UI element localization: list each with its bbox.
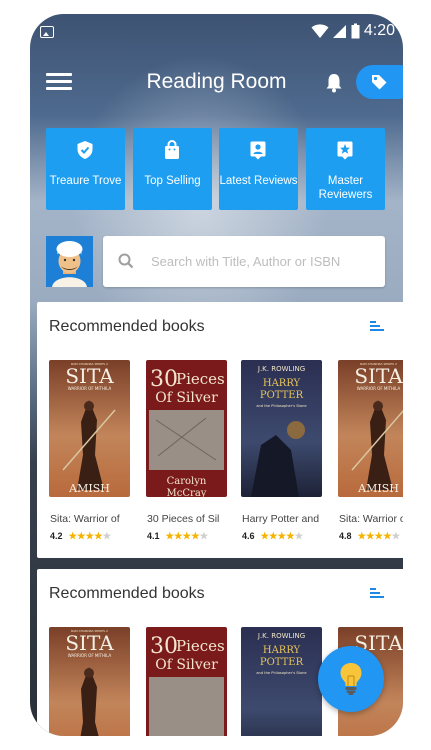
book-cover-harry-potter: J.K. ROWLING HARRY POTTER and the Philos…	[241, 360, 322, 497]
svg-text:Carolyn: Carolyn	[167, 476, 207, 487]
rating-value: 4.8	[339, 531, 352, 541]
book-title: Sita: Warrior of	[50, 513, 120, 525]
tile-top-selling[interactable]: Top Selling	[133, 128, 212, 210]
book-cover-sita: RAM CHANDRA SERIES 2 SITA WARRIOR OF MIT…	[49, 360, 130, 497]
wifi-icon	[311, 24, 329, 38]
book-rating: 4.2 ★★★★★	[50, 531, 111, 542]
svg-text:SITA: SITA	[65, 364, 114, 388]
star-rating: ★★★★★	[68, 531, 112, 542]
search-icon	[118, 253, 134, 269]
status-bar: 4:20	[30, 14, 403, 48]
book-cover-30-pieces: 30 Pieces Of Silver Carolyn McCray	[146, 360, 227, 497]
rating-value: 4.2	[50, 531, 63, 541]
tile-treasure-trove[interactable]: Treaure Trove	[46, 128, 125, 210]
signal-icon	[332, 25, 346, 38]
search-input[interactable]	[151, 236, 381, 287]
tile-master-reviewers[interactable]: Master Reviewers	[306, 128, 385, 210]
sort-icon[interactable]	[370, 588, 384, 600]
svg-text:WARRIOR OF MITHILA: WARRIOR OF MITHILA	[357, 386, 401, 391]
svg-text:Of Silver: Of Silver	[155, 657, 218, 673]
svg-text:J.K. ROWLING: J.K. ROWLING	[257, 365, 305, 373]
book-title: Harry Potter and	[242, 513, 320, 525]
star-rating: ★★★★★	[260, 531, 304, 542]
book-rating: 4.1 ★★★★★	[147, 531, 208, 542]
svg-text:30: 30	[150, 634, 178, 659]
category-tiles: Treaure Trove Top Selling Latest Reviews	[46, 128, 386, 210]
svg-text:Pieces: Pieces	[176, 370, 225, 388]
lightbulb-icon	[340, 663, 362, 695]
status-time: 4:20	[363, 22, 395, 39]
avatar[interactable]	[46, 236, 93, 287]
svg-text:HARRY: HARRY	[263, 378, 301, 389]
svg-text:Pieces: Pieces	[176, 637, 225, 655]
svg-text:WARRIOR OF MITHILA: WARRIOR OF MITHILA	[68, 653, 112, 658]
sort-icon[interactable]	[370, 321, 384, 333]
svg-text:AMISH: AMISH	[357, 482, 399, 495]
svg-text:and the Philosopher's Stone: and the Philosopher's Stone	[256, 671, 307, 675]
shopping-bag-icon	[165, 140, 179, 159]
svg-text:WARRIOR OF MITHILA: WARRIOR OF MITHILA	[68, 386, 112, 391]
page-title: Reading Room	[146, 70, 287, 93]
star-badge-icon	[337, 141, 353, 160]
svg-text:and the Philosopher's Stone: and the Philosopher's Stone	[256, 404, 307, 408]
phone-screen: 4:20 Reading Room Treaure Trove Top Sell…	[30, 14, 403, 736]
bell-icon[interactable]	[324, 72, 344, 94]
svg-text:POTTER: POTTER	[260, 390, 304, 401]
svg-text:McCray: McCray	[167, 488, 207, 497]
svg-text:J.K. ROWLING: J.K. ROWLING	[257, 632, 305, 640]
ideas-fab-button[interactable]	[318, 646, 384, 712]
tile-label: Treaure Trove	[49, 175, 122, 187]
svg-text:SITA: SITA	[65, 631, 114, 655]
book-cover-sita: RAM CHANDRA SERIES 2 SITA WARRIOR OF MIT…	[49, 627, 130, 736]
svg-text:AMISH: AMISH	[68, 482, 110, 495]
book-rating: 4.6 ★★★★★	[242, 531, 303, 542]
book-cover-30-pieces: 30 Pieces Of Silver	[146, 627, 227, 736]
recommended-books-section: Recommended books RAM CHANDRA SERIES 2 S…	[37, 302, 403, 558]
search-box[interactable]	[103, 236, 385, 287]
offers-button[interactable]	[356, 65, 403, 99]
star-rating: ★★★★★	[165, 531, 209, 542]
tile-label: Latest Reviews	[219, 175, 298, 187]
svg-text:30: 30	[150, 367, 178, 392]
section-title: Recommended books	[49, 318, 205, 335]
rating-value: 4.6	[242, 531, 255, 541]
tile-label: Master Reviewers	[318, 175, 373, 201]
svg-text:HARRY: HARRY	[263, 645, 301, 656]
tile-latest-reviews[interactable]: Latest Reviews	[219, 128, 298, 210]
book-cover-harry-potter: J.K. ROWLING HARRY POTTER and the Philos…	[241, 627, 322, 736]
star-rating: ★★★★★	[357, 531, 401, 542]
svg-text:SITA: SITA	[354, 364, 403, 388]
review-person-icon	[250, 141, 266, 160]
book-title: 30 Pieces of Sil	[147, 513, 220, 525]
svg-text:POTTER: POTTER	[260, 657, 304, 668]
book-title: Sita: Warrior o	[339, 513, 403, 525]
tag-icon	[372, 75, 387, 90]
rating-value: 4.1	[147, 531, 160, 541]
avatar-illustration	[46, 236, 93, 287]
section-title: Recommended books	[49, 585, 205, 602]
svg-text:Of Silver: Of Silver	[155, 390, 218, 406]
gallery-notification-icon	[40, 26, 54, 38]
battery-icon	[351, 23, 360, 39]
shield-check-icon	[77, 141, 93, 159]
book-cover-sita: RAM CHANDRA SERIES 2 SITA WARRIOR OF MIT…	[338, 360, 403, 497]
tile-label: Top Selling	[144, 175, 201, 187]
book-rating: 4.8 ★★★★★	[339, 531, 400, 542]
